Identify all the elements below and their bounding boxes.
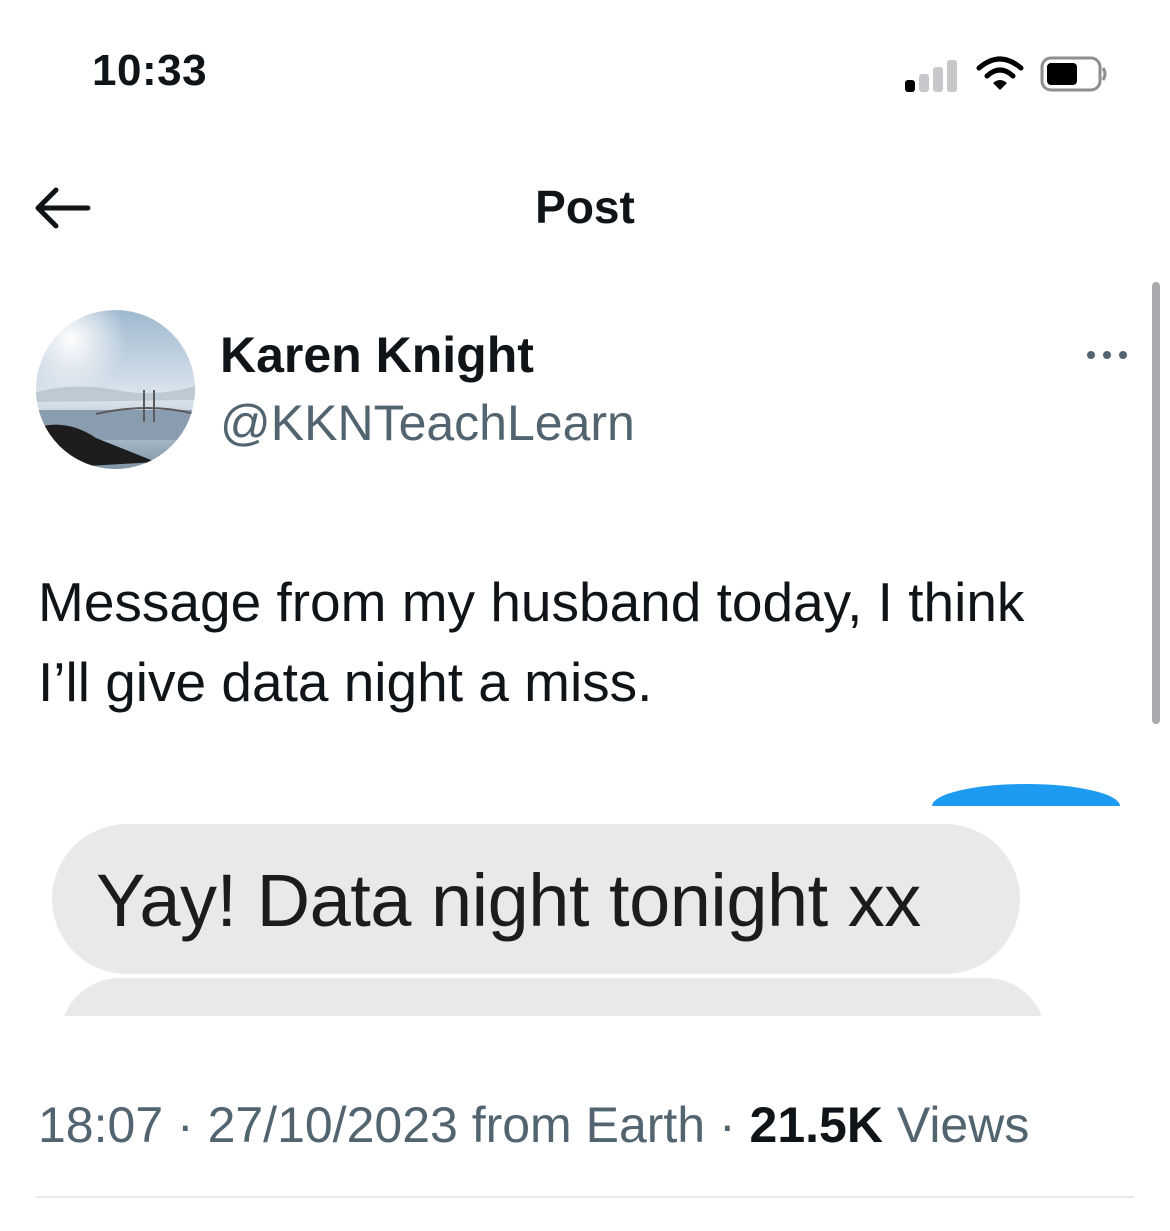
meta-separator: · [705,1097,750,1153]
views-label[interactable]: Views [883,1097,1029,1153]
received-message-bubble [60,978,1046,1016]
views-count[interactable]: 21.5K [750,1097,883,1153]
message-bubble-text: Yay! Data night tonight xx [96,859,921,942]
status-time: 10:33 [92,46,208,95]
scrollbar[interactable] [1152,282,1160,724]
battery-icon [1040,56,1107,92]
divider [36,1196,1134,1198]
author-name[interactable]: Karen Knight [220,326,534,384]
wifi-icon [976,56,1024,90]
sent-message-bubble-edge [932,784,1120,806]
tweet-text: Message from my husband today, I think I… [38,562,1138,722]
cellular-signal-icon [905,58,961,92]
more-options-icon[interactable] [1084,338,1130,372]
tweet-source: from Earth [457,1097,706,1153]
tweet-date[interactable]: 27/10/2023 [208,1097,458,1153]
avatar[interactable] [36,310,195,469]
tweet-text-line: I’ll give data night a miss. [38,651,653,713]
page-title: Post [535,181,635,233]
tweet-time[interactable]: 18:07 [38,1097,163,1153]
tweet-text-line: Message from my husband today, I think [38,571,1025,633]
tweet-meta: 18:07 · 27/10/2023 from Earth · 21.5K Vi… [38,1096,1029,1154]
tweet-media-image[interactable]: Yay! Data night tonight xx [38,770,1132,1016]
author-handle[interactable]: @KKNTeachLearn [220,394,635,452]
meta-separator: · [163,1097,208,1153]
